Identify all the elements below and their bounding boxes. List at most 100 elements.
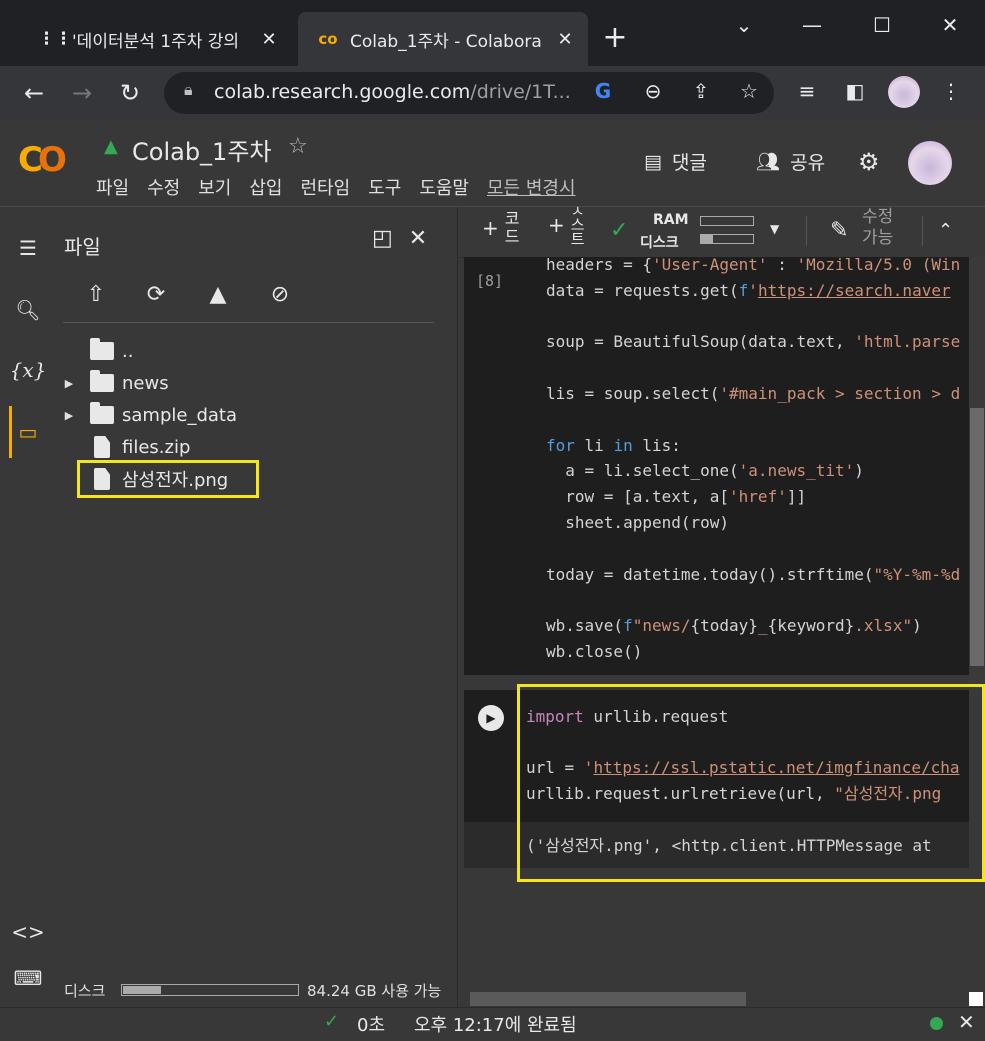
folder-icon [88, 402, 116, 424]
upload-file-icon[interactable]: ⇧ [78, 282, 114, 312]
disk-toolbar-bar[interactable] [700, 234, 754, 244]
close-window-button[interactable]: ✕ [930, 8, 970, 42]
menu-file[interactable]: 파일 [96, 174, 129, 200]
status-check-icon: ✓ [324, 1011, 340, 1032]
more-menu-icon[interactable]: ⋮ [936, 79, 966, 103]
collapse-chevron-icon[interactable]: ⌃ [938, 220, 953, 241]
tab-search-icon[interactable]: ⌄ [724, 8, 764, 42]
profile-avatar[interactable] [888, 76, 920, 108]
star-icon[interactable]: ☆ [288, 134, 308, 159]
settings-gear-icon[interactable]: ⚙ [858, 148, 880, 176]
variables-icon[interactable]: {x} [0, 358, 56, 382]
forward-icon[interactable]: → [64, 76, 100, 110]
panel-actions: ◰ ✕ [372, 226, 427, 251]
tree-item-files-zip[interactable]: files.zip [60, 432, 190, 462]
colab-icon: co [318, 30, 338, 48]
panel-divider [63, 322, 434, 323]
disk-free-text: 84.24 GB 사용 가능 [307, 982, 442, 1000]
status-close-icon[interactable]: ✕ [958, 1010, 975, 1034]
user-avatar[interactable] [908, 141, 952, 185]
menu-insert[interactable]: 삽입 [249, 174, 282, 200]
tree-item-sample-data[interactable]: ▶ sample_data [60, 400, 237, 430]
folder-icon [88, 370, 116, 392]
menu-tools[interactable]: 도구 [368, 174, 401, 200]
tab-close-icon[interactable]: ✕ [552, 29, 578, 50]
hide-files-icon[interactable]: ⊘ [262, 282, 298, 312]
side-panel-icon[interactable]: ◧ [840, 79, 870, 103]
open-in-tab-icon[interactable]: ◰ [372, 226, 393, 251]
edit-mode-label[interactable]: 수정 가능 [862, 207, 893, 249]
status-completed[interactable]: 오후 12:17에 완료됨 [414, 1011, 577, 1037]
files-panel-title: 파일 [64, 235, 101, 259]
tab-close-icon[interactable]: ✕ [256, 29, 282, 50]
tree-item-parent[interactable]: .. [60, 336, 133, 366]
menu-runtime[interactable]: 런타임 [301, 174, 351, 200]
back-icon[interactable]: ← [16, 76, 52, 110]
notebook-title[interactable]: Colab_1주차 [132, 132, 271, 167]
new-tab-button[interactable]: + [598, 22, 632, 56]
maximize-button[interactable]: ☐ [862, 8, 902, 42]
horizontal-scrollbar-thumb[interactable] [470, 992, 746, 1006]
expand-arrow-icon[interactable]: ▶ [60, 377, 78, 390]
share-button[interactable]: 👥︎ 공유 [756, 148, 825, 175]
colab-logo[interactable]: CO [18, 140, 67, 180]
command-palette-icon[interactable]: ⌨ [0, 966, 56, 990]
table-of-contents-icon[interactable]: ☰ [0, 236, 56, 260]
browser-tab-colab[interactable]: co Colab_1주차 - Colabora ✕ [298, 12, 588, 66]
notebook-toolbar [458, 207, 985, 258]
status-elapsed: 0초 [357, 1015, 386, 1036]
code-editor-1[interactable]: headers = {'User-Agent' : 'Mozilla/5.0 (… [546, 252, 969, 672]
expand-arrow-icon[interactable]: ▶ [60, 409, 78, 422]
zoom-icon[interactable]: ⊖ [638, 79, 668, 103]
ram-usage-bar[interactable] [700, 216, 754, 226]
disk-label: 디스크 [64, 982, 106, 1000]
add-text-button[interactable]: + ㅅ스트 [548, 204, 585, 247]
run-cell-button[interactable]: ▶ [478, 705, 504, 731]
highlight-box-cell [517, 684, 985, 882]
execution-count: [8] [476, 272, 504, 290]
menu-view[interactable]: 보기 [198, 174, 231, 200]
menu-bar: 파일 수정 보기 삽입 런타임 도구 도움말 모든 변경시 [96, 174, 594, 200]
google-lens-icon[interactable]: G [588, 79, 618, 103]
reload-icon[interactable]: ↻ [112, 76, 148, 110]
tree-item-news[interactable]: ▶ news [60, 368, 169, 398]
files-folder-icon[interactable]: ▭ [0, 420, 56, 444]
disk-toolbar-label[interactable]: 디스크 [640, 232, 679, 252]
disk-usage-fill [123, 986, 161, 994]
mount-drive-icon[interactable]: ▲ [200, 282, 236, 312]
share-icon[interactable]: ⇪ [686, 79, 716, 103]
tent-icon: ⋮⋮ [38, 29, 72, 49]
toolbar-divider [922, 216, 923, 246]
media-icon[interactable]: ≡ [792, 79, 822, 103]
close-panel-icon[interactable]: ✕ [409, 226, 427, 251]
refresh-folder-icon[interactable]: ⟳ [138, 282, 174, 312]
add-code-button[interactable]: + 코드 [482, 210, 520, 246]
tab-title: Colab_1주차 - Colabora [350, 31, 542, 52]
status-indicator-dot [930, 1017, 943, 1030]
ram-label[interactable]: RAM [653, 212, 689, 228]
file-icon [88, 436, 116, 458]
menu-help[interactable]: 도움말 [419, 174, 469, 200]
minimize-button[interactable]: — [792, 8, 832, 42]
tab-title: '데이터분석 1주차 강의 [72, 31, 240, 52]
comment-button[interactable]: ▤ 댓글 [644, 148, 707, 175]
runtime-dropdown-icon[interactable]: ▼ [770, 222, 779, 236]
scroll-corner [969, 992, 983, 1006]
folder-up-icon [88, 338, 116, 360]
search-icon[interactable]: 🔍︎ [0, 298, 56, 322]
google-drive-icon[interactable]: ▲ [104, 136, 118, 157]
highlight-box-file [77, 460, 259, 498]
menu-edit[interactable]: 수정 [147, 174, 180, 200]
side-rail [0, 207, 56, 1007]
edit-pencil-icon[interactable]: ✎ [830, 218, 848, 243]
all-changes-saved[interactable]: 모든 변경시 [487, 174, 576, 200]
comment-icon: ▤ [644, 150, 662, 173]
bookmark-star-icon[interactable]: ☆ [734, 79, 764, 103]
code-snippets-icon[interactable]: <> [0, 920, 56, 944]
toolbar-divider [806, 216, 807, 246]
lock-icon[interactable]: 🔒︎ [184, 80, 193, 100]
cell-scrollbar-thumb[interactable] [970, 408, 984, 666]
people-icon: 👥︎ [756, 151, 781, 173]
browser-tab-lecture[interactable]: ⋮⋮ '데이터분석 1주차 강의 ✕ [20, 12, 292, 66]
connected-check-icon[interactable]: ✓ [610, 218, 628, 243]
